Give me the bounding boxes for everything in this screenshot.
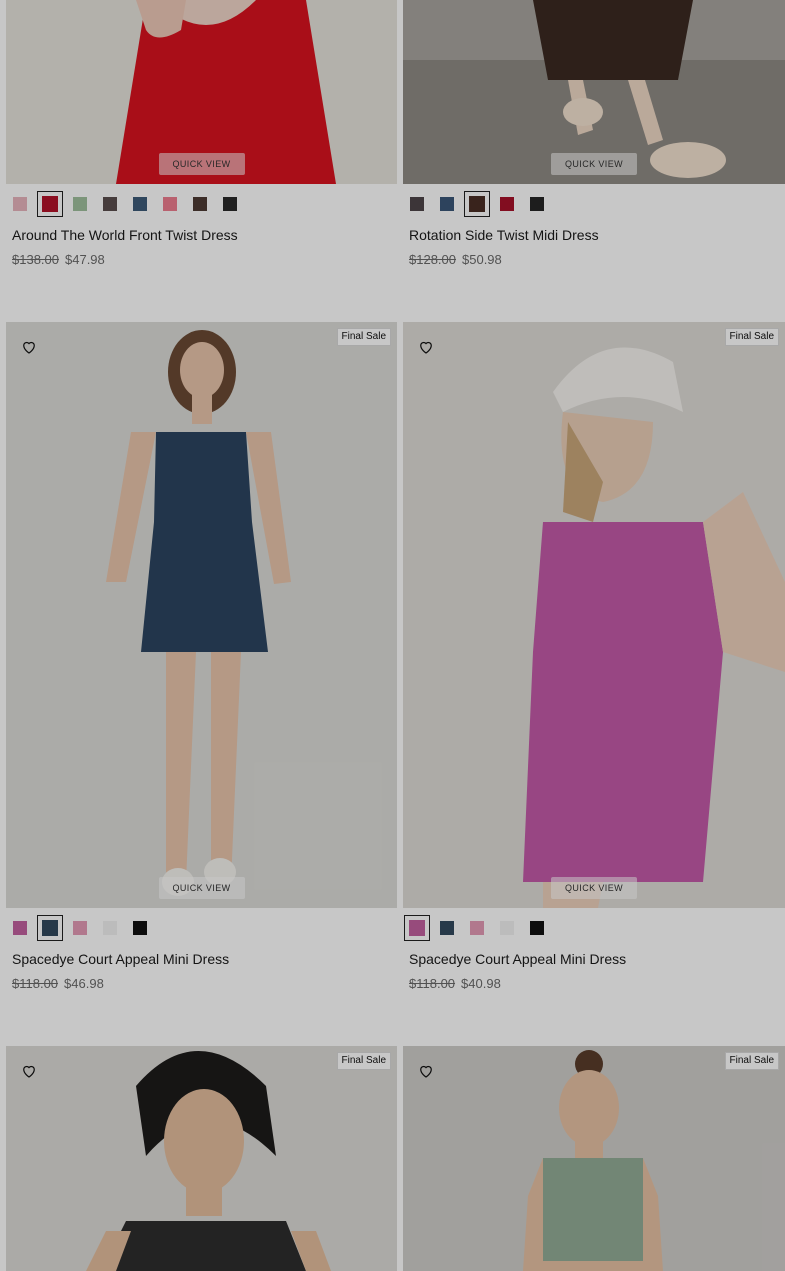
final-sale-badge: Final Sale — [336, 328, 391, 346]
color-swatch[interactable] — [161, 195, 179, 213]
color-swatch[interactable] — [528, 919, 546, 937]
product-card[interactable]: QUICK VIEW Around The World Front Twist … — [6, 0, 397, 267]
color-swatch[interactable] — [191, 195, 209, 213]
final-sale-badge: Final Sale — [724, 328, 779, 346]
color-swatch[interactable] — [131, 919, 149, 937]
product-name[interactable]: Around The World Front Twist Dress — [6, 227, 397, 243]
wishlist-heart-icon[interactable] — [417, 1062, 435, 1080]
color-swatch[interactable] — [37, 191, 63, 217]
product-image[interactable]: Final Sale QUICK VIEW — [403, 322, 785, 908]
color-swatches — [6, 191, 397, 217]
color-swatch[interactable] — [71, 195, 89, 213]
original-price: $128.00 — [409, 252, 456, 267]
price: $128.00 $50.98 — [403, 252, 785, 267]
quick-view-button[interactable]: QUICK VIEW — [550, 877, 638, 899]
color-swatch[interactable] — [131, 195, 149, 213]
final-sale-badge: Final Sale — [724, 1052, 779, 1070]
color-swatch[interactable] — [71, 919, 89, 937]
color-swatch[interactable] — [101, 195, 119, 213]
original-price: $138.00 — [12, 252, 59, 267]
product-card[interactable]: Final Sale — [403, 1046, 785, 1271]
product-photo — [6, 322, 397, 908]
color-swatches — [403, 915, 785, 941]
product-photo — [403, 322, 785, 908]
color-swatches — [403, 191, 785, 217]
quick-view-button[interactable]: QUICK VIEW — [158, 877, 245, 899]
color-swatch[interactable] — [438, 919, 456, 937]
color-swatch[interactable] — [11, 919, 29, 937]
product-image[interactable]: QUICK VIEW — [403, 0, 785, 184]
price: $118.00 $40.98 — [403, 976, 785, 991]
final-sale-badge: Final Sale — [336, 1052, 391, 1070]
price: $138.00 $47.98 — [6, 252, 397, 267]
sale-price: $50.98 — [462, 252, 502, 267]
product-image[interactable]: Final Sale — [6, 1046, 397, 1271]
sale-price: $47.98 — [65, 252, 105, 267]
product-photo — [6, 1046, 397, 1271]
color-swatch[interactable] — [404, 915, 430, 941]
color-swatch[interactable] — [498, 195, 516, 213]
color-swatch[interactable] — [11, 195, 29, 213]
original-price: $118.00 — [409, 976, 456, 991]
wishlist-heart-icon[interactable] — [417, 338, 435, 356]
product-image[interactable]: QUICK VIEW — [6, 0, 397, 184]
quick-view-button[interactable]: QUICK VIEW — [158, 153, 245, 175]
color-swatch[interactable] — [221, 195, 239, 213]
color-swatches — [6, 915, 397, 941]
color-swatch[interactable] — [464, 191, 490, 217]
color-swatch[interactable] — [408, 195, 426, 213]
color-swatch[interactable] — [528, 195, 546, 213]
sale-price: $46.98 — [64, 976, 104, 991]
color-swatch[interactable] — [438, 195, 456, 213]
product-card[interactable]: QUICK VIEW Rotation Side Twist Midi Dres… — [403, 0, 785, 267]
product-card[interactable]: Final Sale QUICK VIEW Spacedye Court App… — [6, 322, 397, 991]
product-card[interactable]: Final Sale — [6, 1046, 397, 1271]
product-image[interactable]: Final Sale QUICK VIEW — [6, 322, 397, 908]
product-image[interactable]: Final Sale — [403, 1046, 785, 1271]
color-swatch[interactable] — [101, 919, 119, 937]
quick-view-button[interactable]: QUICK VIEW — [550, 153, 638, 175]
product-name[interactable]: Rotation Side Twist Midi Dress — [403, 227, 785, 243]
price: $118.00 $46.98 — [6, 976, 397, 991]
product-name[interactable]: Spacedye Court Appeal Mini Dress — [6, 951, 397, 967]
wishlist-heart-icon[interactable] — [20, 1062, 38, 1080]
color-swatch[interactable] — [468, 919, 486, 937]
original-price: $118.00 — [12, 976, 59, 991]
product-name[interactable]: Spacedye Court Appeal Mini Dress — [403, 951, 785, 967]
product-photo — [403, 1046, 785, 1271]
color-swatch[interactable] — [498, 919, 516, 937]
wishlist-heart-icon[interactable] — [20, 338, 38, 356]
color-swatch[interactable] — [37, 915, 63, 941]
sale-price: $40.98 — [461, 976, 501, 991]
product-card[interactable]: Final Sale QUICK VIEW Spacedye Court App… — [403, 322, 785, 991]
